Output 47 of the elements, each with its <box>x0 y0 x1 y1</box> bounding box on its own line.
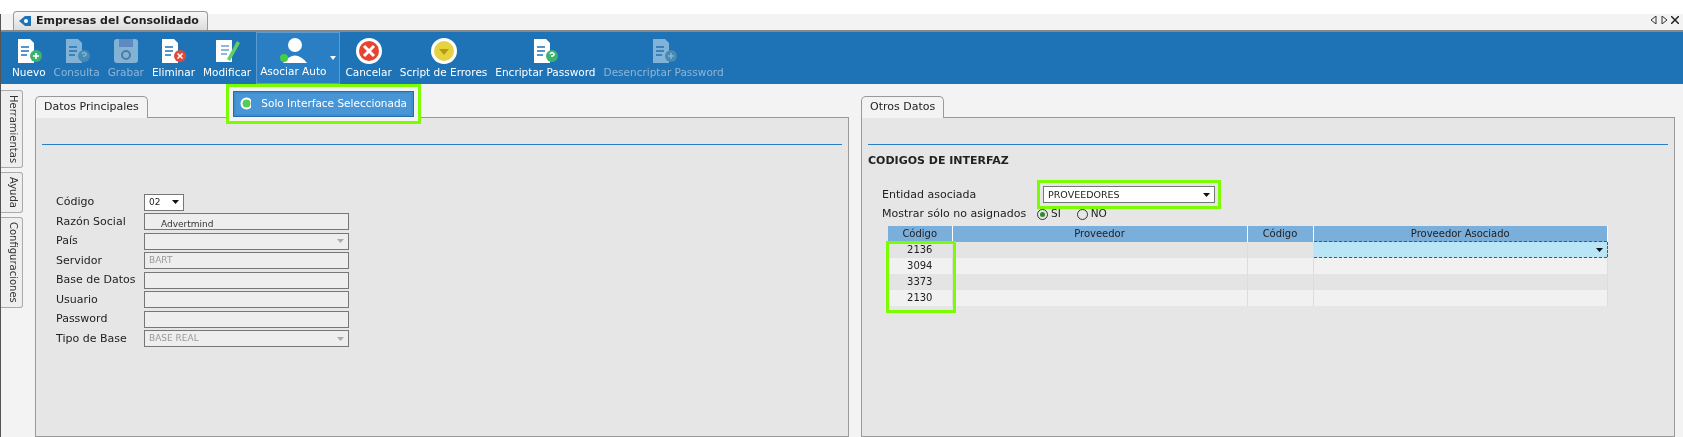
window-tab[interactable]: Empresas del Consolidado <box>13 10 208 30</box>
field-label: Mostrar sólo no asignados <box>882 206 1028 222</box>
field-label: Usuario <box>56 291 99 308</box>
toolbar-button[interactable]: Encriptar Password <box>492 32 599 84</box>
field-label: Base de Datos <box>56 272 137 288</box>
panel-tab[interactable]: Otros Datos <box>861 96 945 118</box>
dropdown-arrow-icon <box>1203 193 1210 198</box>
combo-field[interactable]: 02 <box>144 193 184 211</box>
panel-tab[interactable]: Datos Principales <box>35 96 148 118</box>
close-icon[interactable] <box>1671 16 1679 24</box>
field-label: Código <box>56 194 96 210</box>
dropdown-arrow-icon <box>172 200 179 204</box>
column-header[interactable]: Proveedor Asociado <box>1313 226 1608 242</box>
side-tab[interactable]: Herramientas <box>1 90 23 169</box>
radio-button[interactable]: SI <box>1037 206 1061 223</box>
field-label: Tipo de Base <box>56 330 128 347</box>
field-label: Entidad asociada <box>882 186 978 203</box>
toolbar-button[interactable]: Nuevo <box>9 32 49 84</box>
toolbar-button[interactable]: Script de Errores <box>396 32 491 84</box>
toolbar-button[interactable]: Cancelar <box>342 32 395 84</box>
toolbar-button[interactable]: Asociar Auto <box>256 32 341 84</box>
scroll-left-icon[interactable] <box>1651 16 1657 24</box>
column-header[interactable]: Código <box>1247 226 1313 242</box>
scroll-right-icon[interactable] <box>1661 16 1667 24</box>
user-icon <box>277 36 310 65</box>
column-header[interactable]: Proveedor <box>952 226 1247 242</box>
app-icon <box>18 14 32 27</box>
toolbar-button[interactable]: Modificar <box>199 32 255 84</box>
field-label: Servidor <box>56 252 104 269</box>
radio-button[interactable]: NO <box>1076 206 1107 223</box>
caret-icon <box>330 55 337 60</box>
toolbar-button[interactable]: Eliminar <box>148 32 198 84</box>
dropdown-arrow-icon <box>1596 247 1603 252</box>
field-label: Razón Social <box>56 213 127 230</box>
document-icon <box>159 37 188 66</box>
column-header[interactable]: Código <box>888 226 952 242</box>
selected-cell[interactable] <box>1313 241 1608 258</box>
dropdown-arrow-icon <box>337 239 344 243</box>
cancel-icon <box>354 37 383 66</box>
side-tab[interactable]: Ayuda <box>1 172 23 214</box>
section-title: CODIGOS DE INTERFAZ <box>868 152 1010 169</box>
field-label: País <box>56 233 79 249</box>
combo-field[interactable]: PROVEEDORES <box>1043 186 1215 204</box>
dropdown-arrow-icon <box>337 336 344 341</box>
document-icon <box>531 37 560 66</box>
field-label: Password <box>56 311 109 327</box>
side-tab[interactable]: Configuraciones <box>1 217 23 308</box>
